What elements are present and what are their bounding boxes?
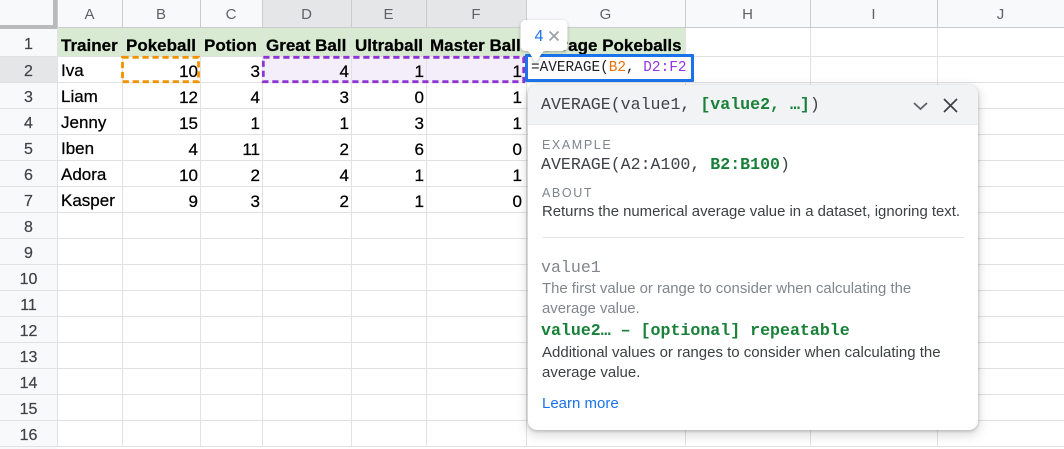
svg-text:4: 4: [535, 28, 544, 45]
